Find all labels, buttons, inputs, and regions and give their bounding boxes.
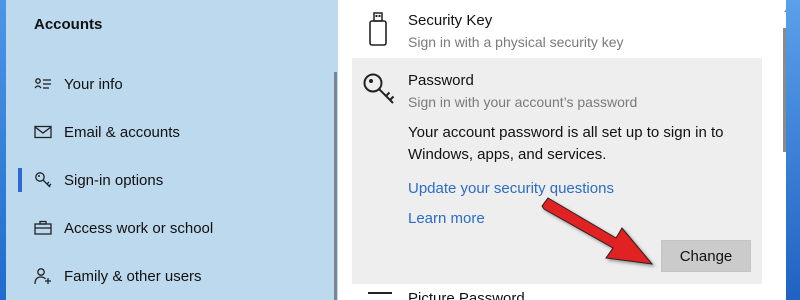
sidebar-item-label: Access work or school <box>64 219 214 237</box>
sidebar-item-your-info[interactable]: Your info <box>6 64 326 104</box>
password-description: Your account password is all set up to s… <box>408 124 724 163</box>
password-title: Password <box>408 72 474 89</box>
security-key-option[interactable]: Security Key Sign in with a physical sec… <box>352 0 780 56</box>
person-card-icon <box>32 73 54 95</box>
security-key-title: Security Key <box>408 12 493 29</box>
sidebar-item-email-accounts[interactable]: Email & accounts <box>6 112 326 152</box>
change-password-button[interactable]: Change <box>661 240 751 272</box>
sidebar-item-sign-in-options[interactable]: Sign-in options <box>6 160 326 200</box>
sidebar-item-label: Email & accounts <box>64 123 180 141</box>
annotation-arrow-icon <box>530 192 660 277</box>
desktop-background-strip <box>786 0 800 300</box>
sidebar-item-label: Sign-in options <box>64 171 164 189</box>
sidebar: Accounts Your info Email & accounts Sign… <box>6 0 338 300</box>
sidebar-item-access-work-school[interactable]: Access work or school <box>6 208 326 248</box>
security-key-text: Security Key Sign in with a physical sec… <box>408 12 624 50</box>
briefcase-icon <box>32 217 54 239</box>
sidebar-item-label: Your info <box>64 75 123 93</box>
sidebar-scrollbar[interactable] <box>334 72 337 300</box>
envelope-icon <box>32 121 54 143</box>
password-subtitle: Sign in with your account’s password <box>408 94 638 110</box>
password-heading: Password Sign in with your account’s pas… <box>408 72 637 110</box>
sidebar-item-family-other-users[interactable]: Family & other users <box>6 256 326 296</box>
add-person-icon <box>32 265 54 287</box>
picture-password-icon <box>368 292 392 300</box>
sidebar-item-label: Family & other users <box>64 267 202 285</box>
learn-more-link[interactable]: Learn more <box>408 210 485 227</box>
usb-key-icon <box>368 12 388 51</box>
key-icon <box>32 169 54 191</box>
picture-password-title[interactable]: Picture Password <box>408 290 525 300</box>
key-icon <box>362 72 396 111</box>
settings-window: Accounts Your info Email & accounts Sign… <box>0 0 800 300</box>
sidebar-title: Accounts <box>34 16 103 33</box>
pane-divider <box>338 0 352 300</box>
security-key-subtitle: Sign in with a physical security key <box>408 34 624 50</box>
